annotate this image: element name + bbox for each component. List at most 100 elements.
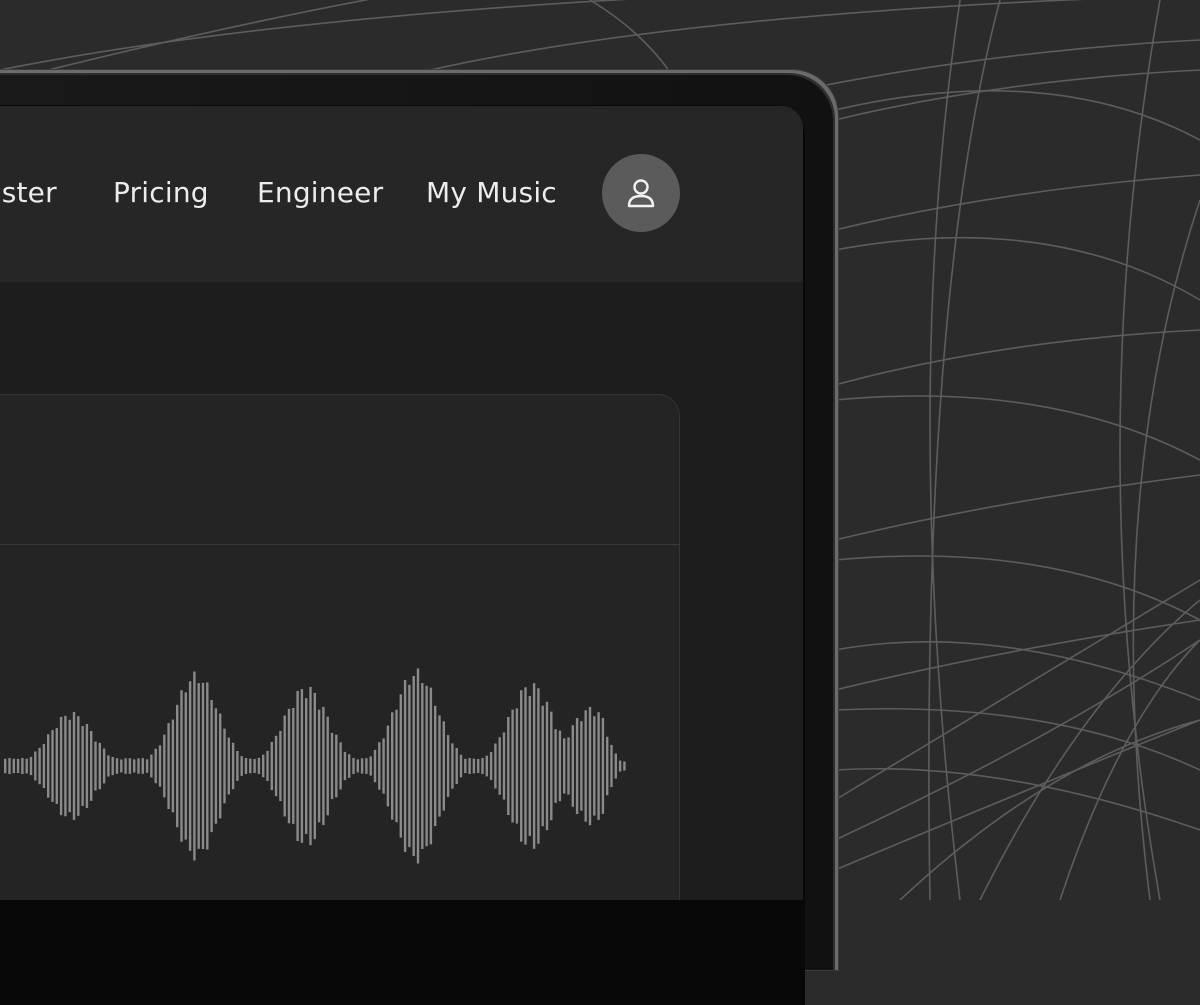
waveform-bar xyxy=(438,715,441,817)
nav-item-master[interactable]: Master xyxy=(0,176,57,209)
waveform-bar xyxy=(550,711,553,821)
waveform-bar xyxy=(597,712,600,820)
nav-item-pricing[interactable]: Pricing xyxy=(113,176,209,209)
waveform-bar xyxy=(296,690,299,841)
waveform-bar xyxy=(150,754,153,778)
waveform-bar xyxy=(610,744,613,787)
waveform-bar xyxy=(137,758,140,774)
waveform-bar xyxy=(515,708,519,824)
waveform-bar xyxy=(124,758,127,774)
waveform-bar xyxy=(115,758,119,774)
waveform-bar xyxy=(507,717,510,815)
waveform-bar xyxy=(274,735,278,797)
waveform-bar xyxy=(395,709,398,823)
waveform-bar xyxy=(85,724,89,808)
waveform-bar xyxy=(292,708,295,824)
waveform-bar xyxy=(283,715,286,817)
waveform-bar xyxy=(356,759,359,773)
waveform-bar xyxy=(567,737,570,795)
waveform-bar xyxy=(614,753,617,779)
profile-avatar-button[interactable] xyxy=(602,154,680,232)
waveform-bar xyxy=(477,759,480,773)
waveform-bar xyxy=(403,680,407,852)
waveform-bar xyxy=(485,755,488,777)
waveform-bar xyxy=(330,732,334,800)
waveform-bar xyxy=(38,747,41,785)
waveform-bar xyxy=(459,754,463,778)
waveform-bar xyxy=(249,758,252,774)
waveform-bar xyxy=(399,694,402,838)
waveform-bar xyxy=(257,757,261,775)
waveform-bar xyxy=(167,723,170,809)
waveform-bar xyxy=(266,750,269,781)
waveform-bar xyxy=(502,732,506,800)
waveform-bar xyxy=(279,730,282,802)
waveform-bar xyxy=(593,716,596,816)
waveform-bar xyxy=(171,719,175,813)
waveform-bar xyxy=(188,681,192,851)
waveform-bar xyxy=(219,713,222,819)
waveform-bar xyxy=(98,742,101,790)
waveform-bar xyxy=(34,751,37,781)
waveform-bar xyxy=(378,742,381,790)
waveform-bar xyxy=(524,687,527,845)
waveform-bar xyxy=(494,743,497,789)
nav-item-engineer[interactable]: Engineer xyxy=(257,176,383,209)
app-screen: Master Pricing Engineer My Music xyxy=(0,106,803,900)
waveform-bar xyxy=(163,734,166,798)
waveform-bar xyxy=(588,706,592,826)
waveform-bar xyxy=(571,725,574,807)
waveform-bar xyxy=(429,687,433,845)
waveform-bar xyxy=(262,754,265,778)
waveform-bar xyxy=(77,716,80,816)
waveform-bar xyxy=(442,721,445,811)
audio-waveform[interactable] xyxy=(0,666,640,866)
waveform-bar xyxy=(201,682,205,849)
waveform-bar xyxy=(12,758,15,774)
waveform-bar xyxy=(618,760,622,772)
waveform-bar xyxy=(382,738,385,794)
waveform-bar xyxy=(21,758,24,774)
waveform-bar xyxy=(472,758,476,774)
waveform-bar xyxy=(317,709,321,823)
waveform-bar xyxy=(154,748,157,784)
waveform-bar xyxy=(558,730,562,802)
waveform-bar xyxy=(343,751,347,781)
waveform-bar xyxy=(184,692,187,840)
waveform-bar xyxy=(446,735,450,797)
waveform-bar xyxy=(236,751,239,781)
waveform-bar xyxy=(305,698,308,834)
waveform-bar xyxy=(326,716,329,816)
waveform-bar xyxy=(451,743,454,789)
waveform-bar xyxy=(563,738,566,794)
waveform-bar xyxy=(455,748,458,784)
waveform-bar xyxy=(107,755,110,777)
waveform-bar xyxy=(42,744,46,789)
waveform-bar xyxy=(231,742,235,790)
waveform-bar xyxy=(416,668,420,864)
waveform-bar xyxy=(352,758,355,774)
waveform-bar xyxy=(244,758,248,774)
waveform-bar xyxy=(94,741,97,791)
waveform-bar xyxy=(584,710,587,822)
waveform-bar xyxy=(412,675,415,856)
waveform-bar xyxy=(348,754,351,778)
waveform-bar xyxy=(532,683,536,849)
waveform-bar xyxy=(141,758,144,774)
waveform-bar xyxy=(309,686,312,846)
waveform-bar xyxy=(51,730,54,802)
nav-item-my-music[interactable]: My Music xyxy=(426,176,557,209)
waveform-bar xyxy=(193,671,196,861)
waveform-bar xyxy=(537,688,540,844)
waveform-bar xyxy=(545,701,549,831)
waveform-bar xyxy=(335,734,338,798)
waveform-bar xyxy=(425,685,428,847)
waveform-bar xyxy=(128,758,132,774)
waveform-bar xyxy=(287,708,291,824)
waveform-bar xyxy=(511,709,514,823)
waveform-bar xyxy=(227,737,230,795)
waveform-bar xyxy=(554,729,557,803)
waveform-bar xyxy=(606,736,609,796)
waveform-bar xyxy=(180,690,183,842)
waveform-bar xyxy=(489,752,493,780)
